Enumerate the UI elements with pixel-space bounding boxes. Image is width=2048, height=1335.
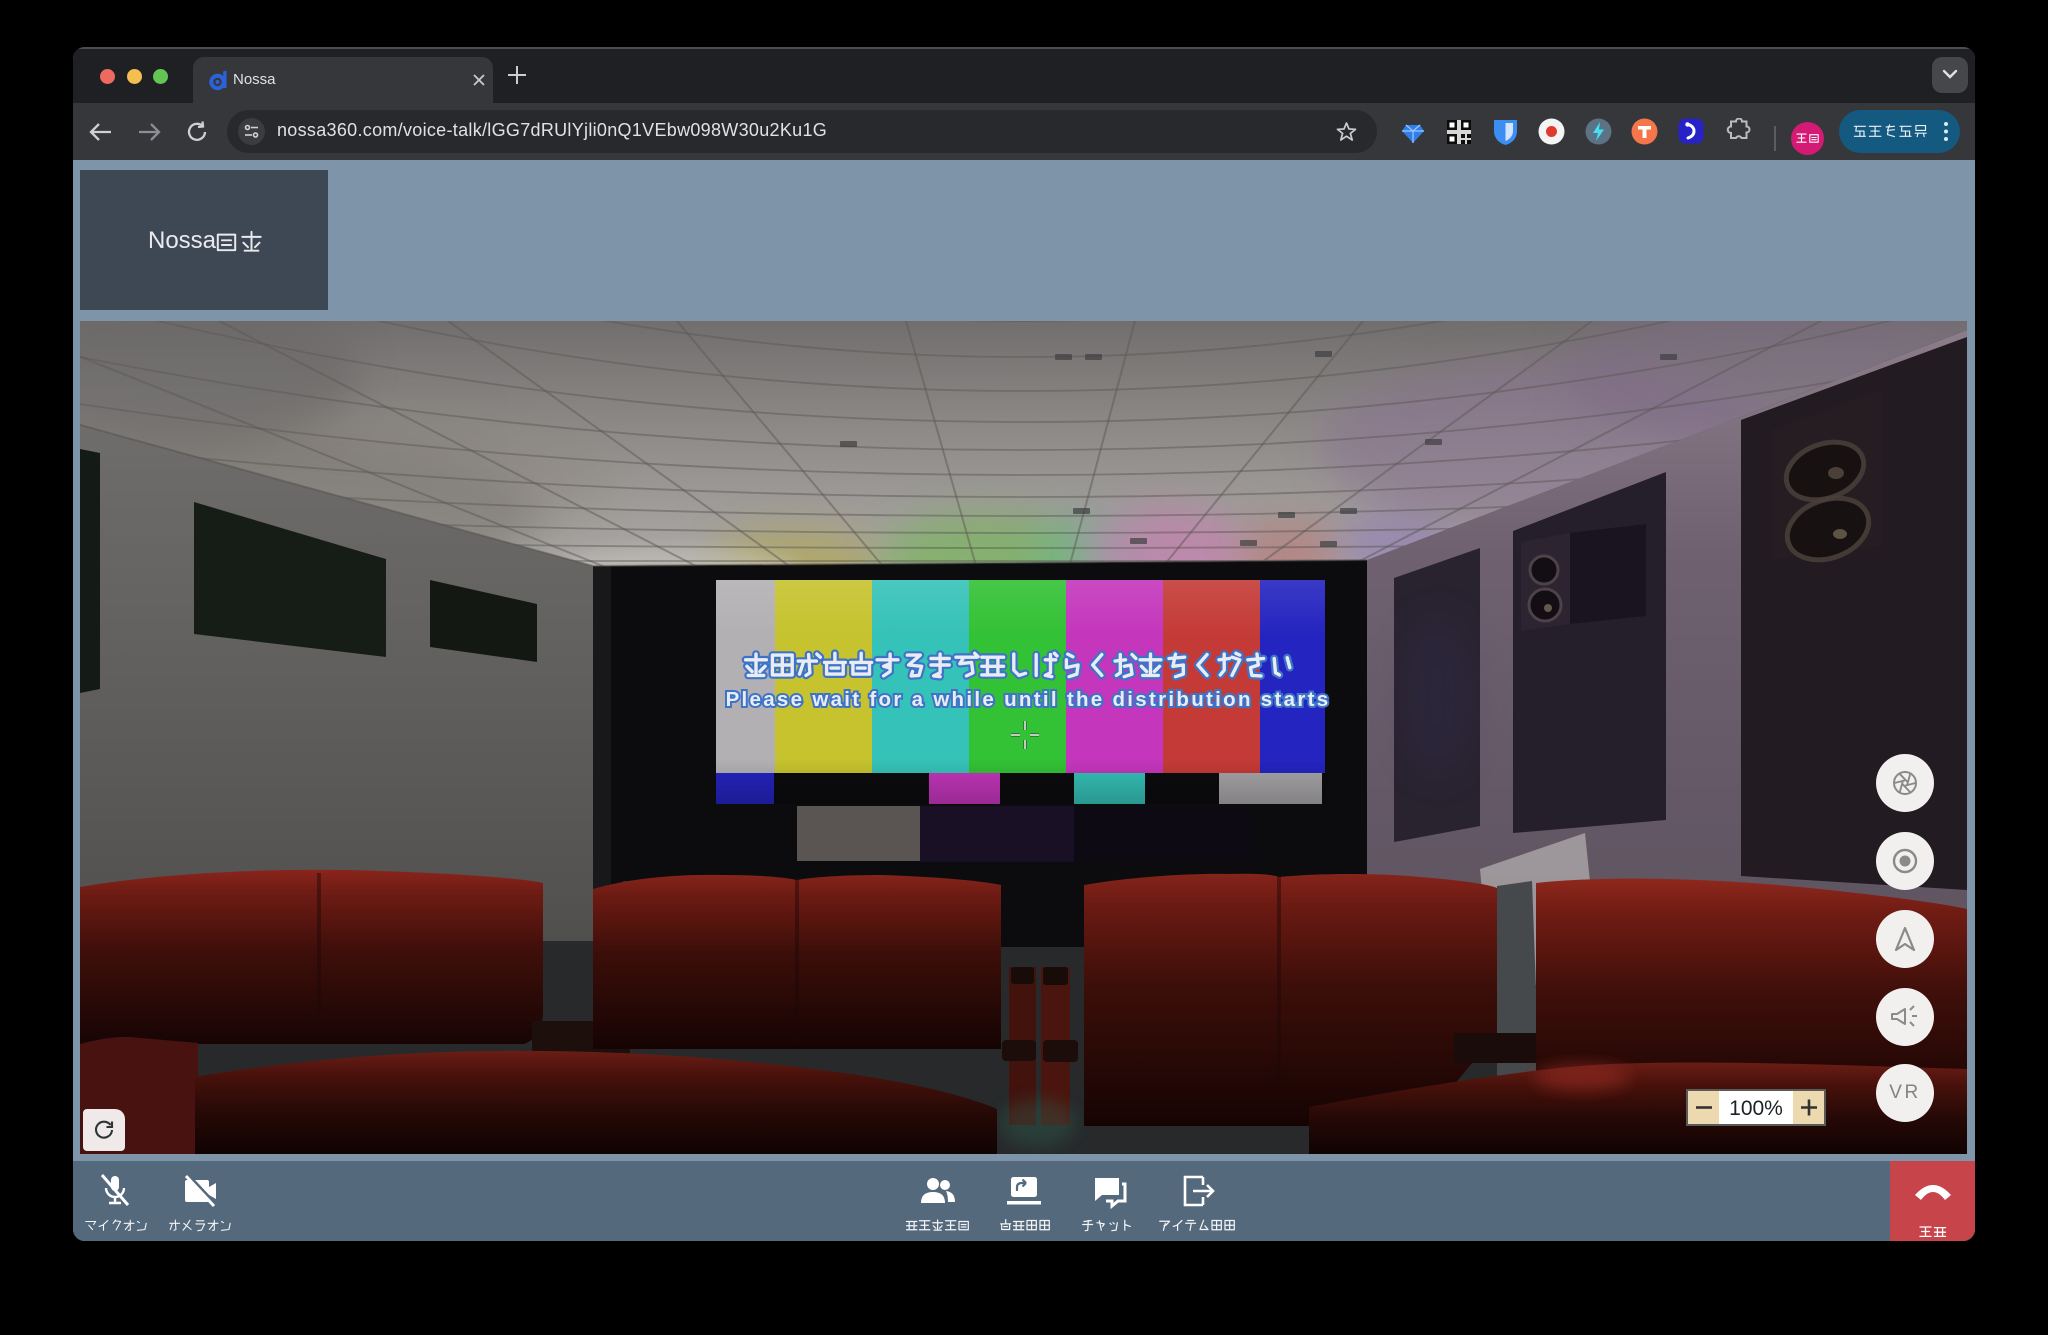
svg-text:100%: 100% (1729, 1097, 1783, 1120)
svg-text:Please wait for a while until: Please wait for a while until the distri… (726, 688, 1331, 711)
